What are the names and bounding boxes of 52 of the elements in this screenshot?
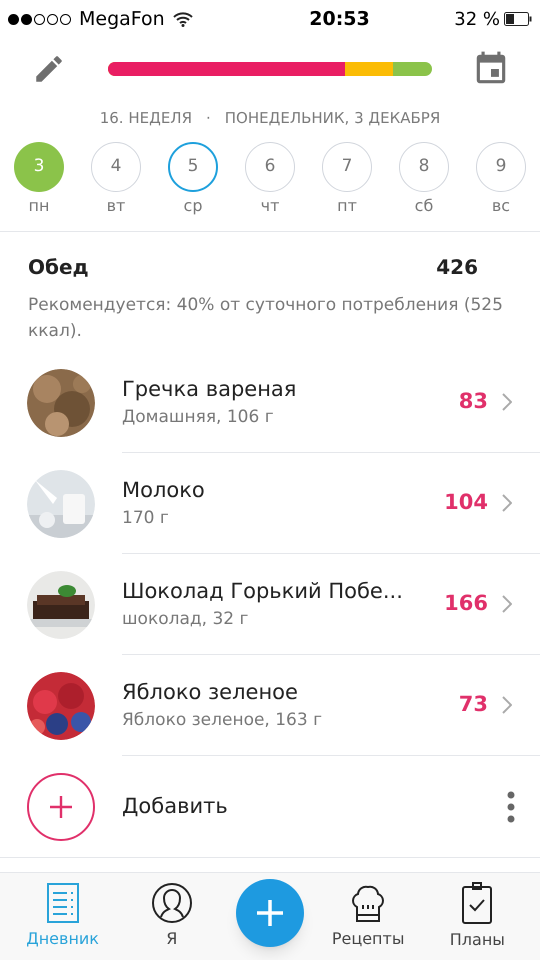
food-name[interactable]: Молоко <box>122 474 444 506</box>
day-button[interactable]: 8 <box>399 142 449 192</box>
person-icon <box>152 882 192 922</box>
food-detail: Домашняя, 106 г <box>122 406 275 429</box>
wifi-icon <box>172 11 193 27</box>
meal-title: Обед <box>28 254 89 281</box>
add-food-button[interactable] <box>27 772 95 840</box>
food-calories: 104 <box>444 489 488 516</box>
separator-dot: · <box>206 108 211 129</box>
plus-icon <box>49 794 73 818</box>
tab-button[interactable]: Рецепты <box>323 882 414 950</box>
meal-calories: 426 <box>436 254 478 281</box>
weekday-label: ср <box>184 195 202 217</box>
chevron-icon[interactable] <box>502 595 512 613</box>
weekday-label: пн <box>28 195 50 217</box>
food-detail: Яблоко зеленое, 163 г <box>122 709 324 732</box>
chevron-icon[interactable] <box>502 393 512 411</box>
date-label: ПОНЕДЕЛЬНИК, 3 ДЕКАБРЯ <box>224 108 440 129</box>
week-label: 16. НЕДЕЛЯ <box>100 108 192 129</box>
chevron-icon[interactable] <box>502 494 512 512</box>
food-detail: 170 г <box>122 507 170 530</box>
food-name[interactable]: Шоколад Горький Побе... <box>122 576 444 607</box>
food-calories: 83 <box>458 388 488 416</box>
food-detail: шоколад, 32 г <box>122 608 250 631</box>
day-button[interactable]: 6 <box>245 142 295 192</box>
tab-button[interactable]: Планы <box>432 882 522 952</box>
food-name[interactable]: Яблоко зеленое <box>122 676 459 708</box>
list-icon <box>46 882 79 922</box>
day-button[interactable]: 5 <box>168 142 218 192</box>
chevron-icon[interactable] <box>502 696 512 714</box>
day-button[interactable]: 7 <box>322 142 372 192</box>
plus-icon <box>256 898 284 926</box>
weekday-label: пт <box>337 195 357 217</box>
day-button[interactable]: 4 <box>91 142 141 192</box>
weekday-label: чт <box>260 195 280 217</box>
battery-icon <box>504 12 532 26</box>
clipboard-check-icon <box>462 882 492 924</box>
recommendation-text: Рекомендуется: 40% от суточного потребления (525 ккал). <box>27 294 504 343</box>
food-calories: 73 <box>458 691 488 718</box>
day-button[interactable]: 9 <box>476 142 526 192</box>
status-time: 20:53 <box>309 6 370 32</box>
weekday-label: вт <box>106 195 126 217</box>
battery-level: 32 % <box>454 8 500 32</box>
signal-icon <box>8 14 71 24</box>
tab-button[interactable]: Я <box>126 882 217 950</box>
weekday-label: вс <box>492 195 510 217</box>
more-icon[interactable] <box>506 790 516 822</box>
add-label[interactable]: Добавить <box>122 790 506 822</box>
food-name[interactable]: Гречка вареная <box>122 374 459 405</box>
carrier-name: MegaFon <box>79 6 165 32</box>
food-calories: 166 <box>444 590 488 618</box>
weekday-label: сб <box>414 195 434 217</box>
